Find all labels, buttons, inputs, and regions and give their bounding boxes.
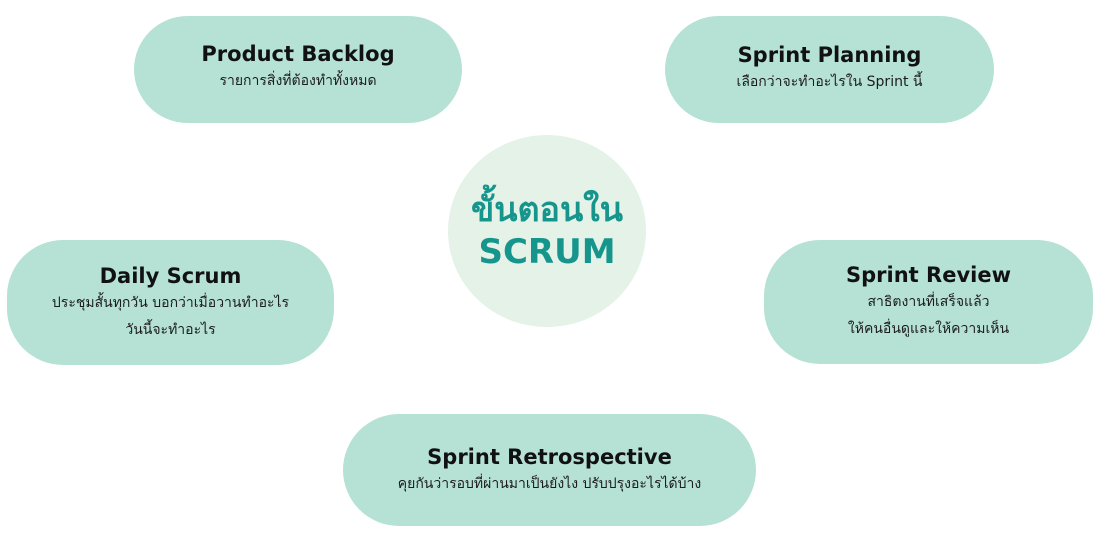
sprint-planning-description: เลือกว่าจะทำอะไรใน Sprint นี้ (736, 74, 923, 90)
center-title-line1: ขั้นตอนใน (470, 190, 624, 230)
daily-scrum-title: Daily Scrum (99, 263, 242, 288)
product-backlog-description: รายการสิ่งที่ต้องทำทั้งหมด (219, 73, 377, 89)
daily-scrum-description: ประชุมสั้นทุกวัน บอกว่าเมื่อวานทำอะไร วั… (51, 294, 290, 338)
sprint-planning-title: Sprint Planning (737, 43, 922, 67)
sprint-retrospective-node: Sprint Retrospective คุยกันว่ารอบที่ผ่าน… (343, 414, 756, 526)
daily-scrum-node: Daily Scrum ประชุมสั้นทุกวัน บอกว่าเมื่อ… (7, 240, 334, 365)
sprint-retrospective-title: Sprint Retrospective (427, 444, 672, 469)
center-circle: ขั้นตอนใน SCRUM (448, 135, 646, 327)
center-title-line2: SCRUM (478, 232, 616, 272)
sprint-review-title: Sprint Review (846, 263, 1011, 287)
sprint-planning-node: Sprint Planning เลือกว่าจะทำอะไรใน Sprin… (665, 16, 994, 123)
product-backlog-node: Product Backlog รายการสิ่งที่ต้องทำทั้งห… (134, 16, 462, 123)
product-backlog-title: Product Backlog (201, 42, 395, 66)
sprint-retrospective-description: คุยกันว่ารอบที่ผ่านมาเป็นยังไง ปรับปรุงอ… (397, 475, 702, 492)
sprint-review-node: Sprint Review สาธิตงานที่เสร็จแล้ว ให้คน… (764, 240, 1093, 364)
sprint-review-description-line2: ให้คนอื่นดูและให้ความเห็น (847, 321, 1010, 337)
sprint-review-description-line1: สาธิตงานที่เสร็จแล้ว (867, 294, 990, 310)
